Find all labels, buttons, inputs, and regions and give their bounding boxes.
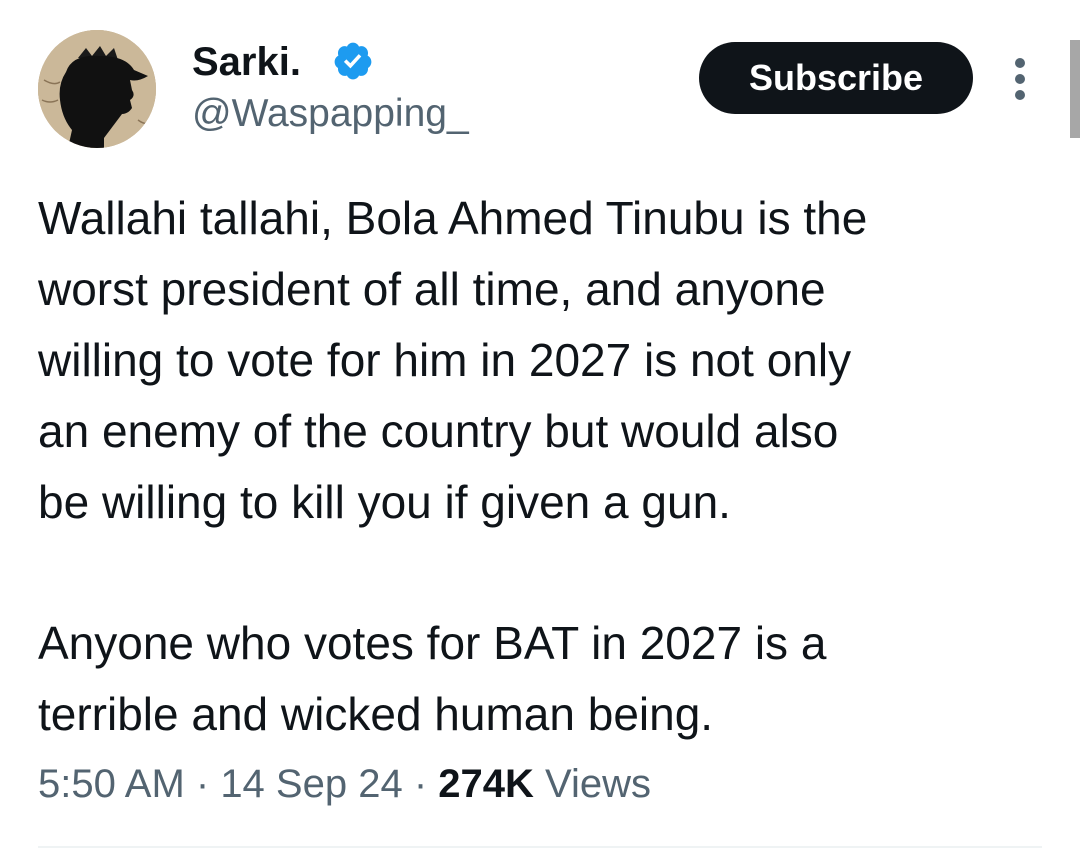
views-count[interactable]: 274K: [438, 762, 534, 806]
avatar-silhouette-icon: [38, 30, 156, 148]
tweet-time[interactable]: 5:50 AM: [38, 762, 185, 806]
tweet-date[interactable]: 14 Sep 24: [220, 762, 402, 806]
views-label: Views: [533, 762, 651, 806]
avatar[interactable]: [38, 30, 156, 148]
tweet-line: terrible and wicked human being.: [38, 688, 714, 740]
author-handle[interactable]: @Waspapping_: [192, 92, 469, 136]
meta-separator: ·: [184, 762, 221, 806]
author-name[interactable]: Sarki.: [192, 40, 301, 84]
tweet-line: willing to vote for him in 2027 is not o…: [38, 334, 852, 386]
scrollbar[interactable]: [1070, 40, 1080, 138]
more-vertical-icon[interactable]: [1004, 58, 1038, 100]
tweet-line: be willing to kill you if given a gun.: [38, 476, 731, 528]
tweet-line: an enemy of the country but would also: [38, 405, 839, 457]
verified-badge-icon: [334, 42, 372, 80]
subscribe-button[interactable]: Subscribe: [699, 42, 973, 114]
tweet-line: worst president of all time, and anyone: [38, 263, 826, 315]
tweet-meta: 5:50 AM · 14 Sep 24 · 274K Views: [38, 756, 651, 812]
meta-separator: ·: [402, 762, 439, 806]
tweet-line: Wallahi tallahi, Bola Ahmed Tinubu is th…: [38, 192, 868, 244]
tweet-line: Anyone who votes for BAT in 2027 is a: [38, 617, 827, 669]
tweet-text: Wallahi tallahi, Bola Ahmed Tinubu is th…: [38, 183, 1058, 750]
